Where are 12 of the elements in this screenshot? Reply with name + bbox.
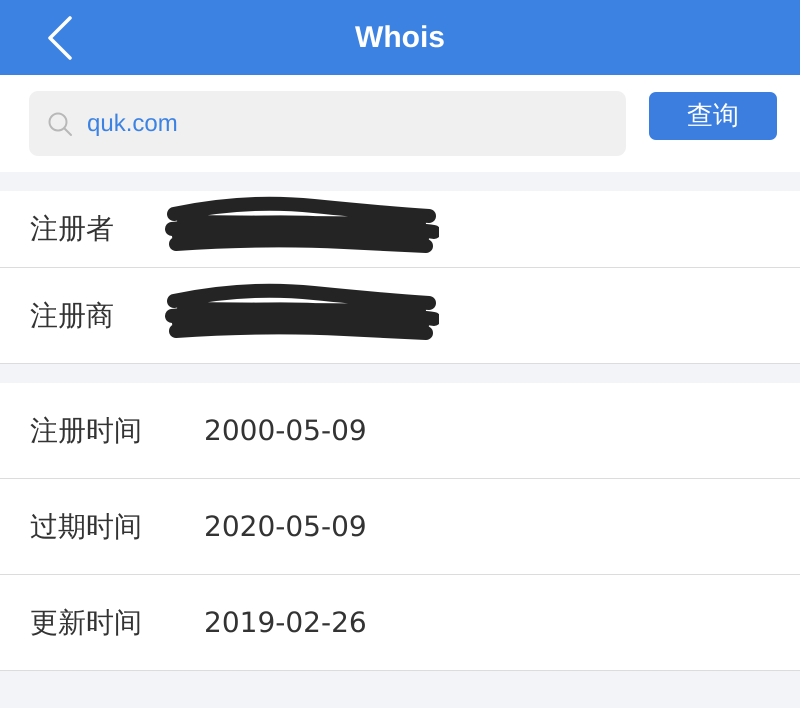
field-label: 更新时间: [30, 604, 143, 640]
search-field[interactable]: quk.com: [29, 91, 626, 156]
field-label: 注册时间: [30, 412, 143, 448]
field-label: 注册者: [30, 211, 115, 247]
field-value: 2000-05-09: [204, 414, 367, 447]
search-icon: [47, 110, 73, 136]
field-label: 过期时间: [30, 508, 143, 544]
field-label: 注册商: [30, 298, 115, 334]
query-button[interactable]: 查询: [649, 92, 777, 140]
field-value: 2020-05-09: [204, 510, 367, 543]
page-title: Whois: [355, 20, 445, 54]
field-value: 2019-02-26: [204, 606, 367, 639]
